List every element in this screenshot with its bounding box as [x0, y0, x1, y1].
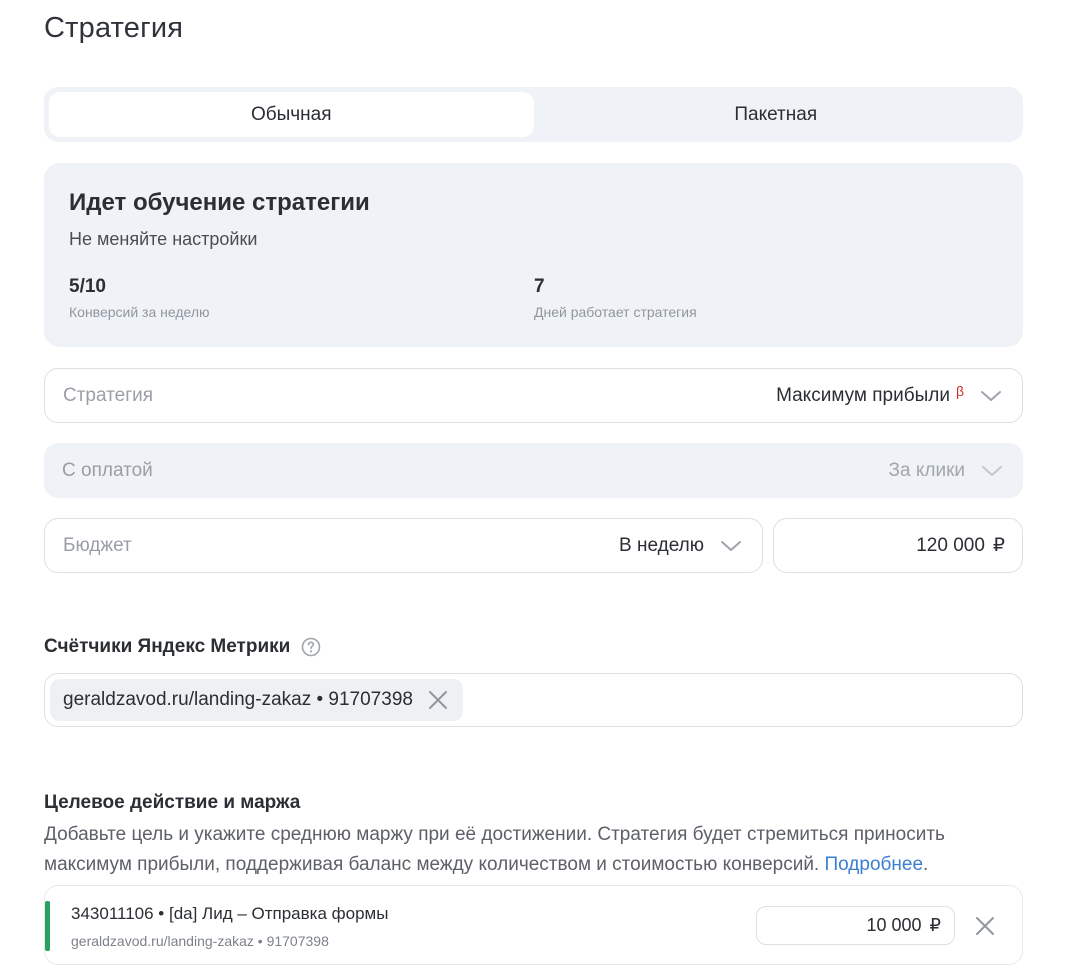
- strategy-label: Стратегия: [63, 384, 154, 406]
- goal-margin-value: 10 000: [866, 915, 922, 935]
- tab-regular[interactable]: Обычная: [49, 92, 534, 137]
- learning-title: Идет обучение стратегии: [69, 189, 370, 216]
- budget-period-value: В неделю: [619, 534, 704, 556]
- budget-label: Бюджет: [63, 534, 132, 556]
- stat-label: Конверсий за неделю: [69, 304, 210, 320]
- learning-status-card: Идет обучение стратегии Не меняйте настр…: [44, 163, 1023, 347]
- payment-label: С оплатой: [62, 459, 153, 481]
- budget-period-select[interactable]: Бюджет В неделю: [44, 518, 763, 573]
- goals-description: Добавьте цель и укажите среднюю маржу пр…: [44, 824, 945, 875]
- goals-title: Целевое действие и маржа: [44, 792, 301, 813]
- stat-label: Дней работает стратегия: [534, 304, 697, 320]
- goal-row: 343011106 • [da] Лид – Отправка формы ge…: [44, 885, 1023, 965]
- budget-amount-input[interactable]: 120 000 ₽: [773, 518, 1023, 573]
- goal-name: 343011106 • [da] Лид – Отправка формы: [71, 904, 389, 923]
- counters-heading: Счётчики Яндекс Метрики: [44, 636, 321, 658]
- goal-margin-input[interactable]: 10 000 ₽: [756, 906, 955, 945]
- counter-chip: geraldzavod.ru/landing-zakaz • 91707398: [50, 679, 463, 721]
- close-icon[interactable]: [973, 914, 997, 938]
- beta-badge: β: [955, 382, 964, 399]
- strategy-mode-switch: Обычная Пакетная: [44, 87, 1023, 142]
- strategy-value: Максимум прибыли: [776, 384, 950, 406]
- strategy-select[interactable]: Стратегия Максимум прибыли β: [44, 368, 1023, 423]
- counter-chip-label: geraldzavod.ru/landing-zakaz • 91707398: [63, 689, 413, 710]
- close-icon[interactable]: [427, 689, 449, 711]
- stat-conversions: 5/10 Конверсий за неделю: [69, 276, 534, 320]
- question-circle-icon[interactable]: [301, 637, 321, 657]
- page-title: Стратегия: [44, 12, 184, 44]
- more-link[interactable]: Подробнее: [825, 854, 924, 875]
- learning-subtitle: Не меняйте настройки: [69, 229, 258, 249]
- currency-symbol: ₽: [929, 915, 941, 935]
- chevron-down-icon: [980, 385, 1002, 407]
- budget-amount-value: 120 000: [916, 534, 985, 556]
- payment-select: С оплатой За клики: [44, 443, 1023, 498]
- currency-symbol: ₽: [992, 535, 1005, 556]
- stat-value: 5/10: [69, 276, 106, 297]
- counters-title: Счётчики Яндекс Метрики: [44, 636, 291, 657]
- goals-description-text: Добавьте цель и укажите среднюю маржу пр…: [44, 824, 945, 875]
- learning-stats: 5/10 Конверсий за неделю 7 Дней работает…: [69, 276, 999, 320]
- stat-value: 7: [534, 276, 545, 297]
- goal-site: geraldzavod.ru/landing-zakaz • 91707398: [71, 933, 329, 949]
- stat-days: 7 Дней работает стратегия: [534, 276, 999, 320]
- metrika-counters-input[interactable]: geraldzavod.ru/landing-zakaz • 91707398: [44, 673, 1023, 727]
- chevron-down-icon: [981, 460, 1003, 482]
- tab-package[interactable]: Пакетная: [534, 92, 1019, 137]
- chevron-down-icon: [720, 535, 742, 557]
- goal-accent-bar: [45, 901, 50, 951]
- payment-value: За клики: [888, 459, 965, 481]
